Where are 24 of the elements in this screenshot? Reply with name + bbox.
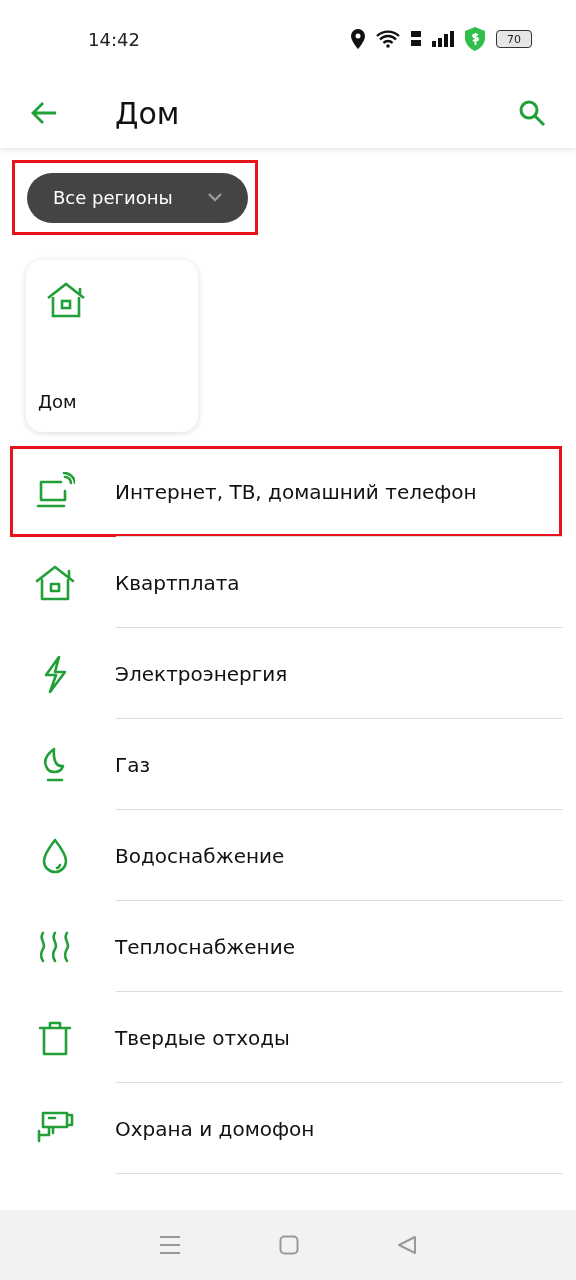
status-time: 14:42 [88,28,140,50]
search-icon[interactable] [518,99,546,127]
chevron-down-icon [208,193,222,202]
wifi-icon [376,30,400,48]
signal-icon [432,31,454,47]
service-item[interactable]: Охрана и домофон [10,1083,562,1174]
category-card[interactable]: Дом [26,260,198,432]
house-icon [46,280,86,320]
service-item[interactable]: Электроэнергия [10,628,562,719]
service-item[interactable]: Газ [10,719,562,810]
location-icon [350,29,366,49]
page-title: Дом [115,95,181,131]
service-item[interactable]: Водоснабжение [10,810,562,901]
battery-icon: 70 [496,30,532,48]
service-item[interactable]: Теплоснабжение [10,901,562,992]
region-filter-chip[interactable]: Все регионы [27,172,248,223]
home-button-icon[interactable] [279,1235,299,1255]
menu-icon[interactable] [159,1235,181,1255]
service-item[interactable]: Интернет, ТВ, домашний телефон [10,446,562,537]
back-triangle-icon[interactable] [397,1235,417,1255]
service-item[interactable]: Твердые отходы [10,992,562,1083]
shield-icon [464,27,486,51]
service-item[interactable]: Квартплата [10,537,562,628]
back-arrow-icon[interactable] [30,101,58,125]
